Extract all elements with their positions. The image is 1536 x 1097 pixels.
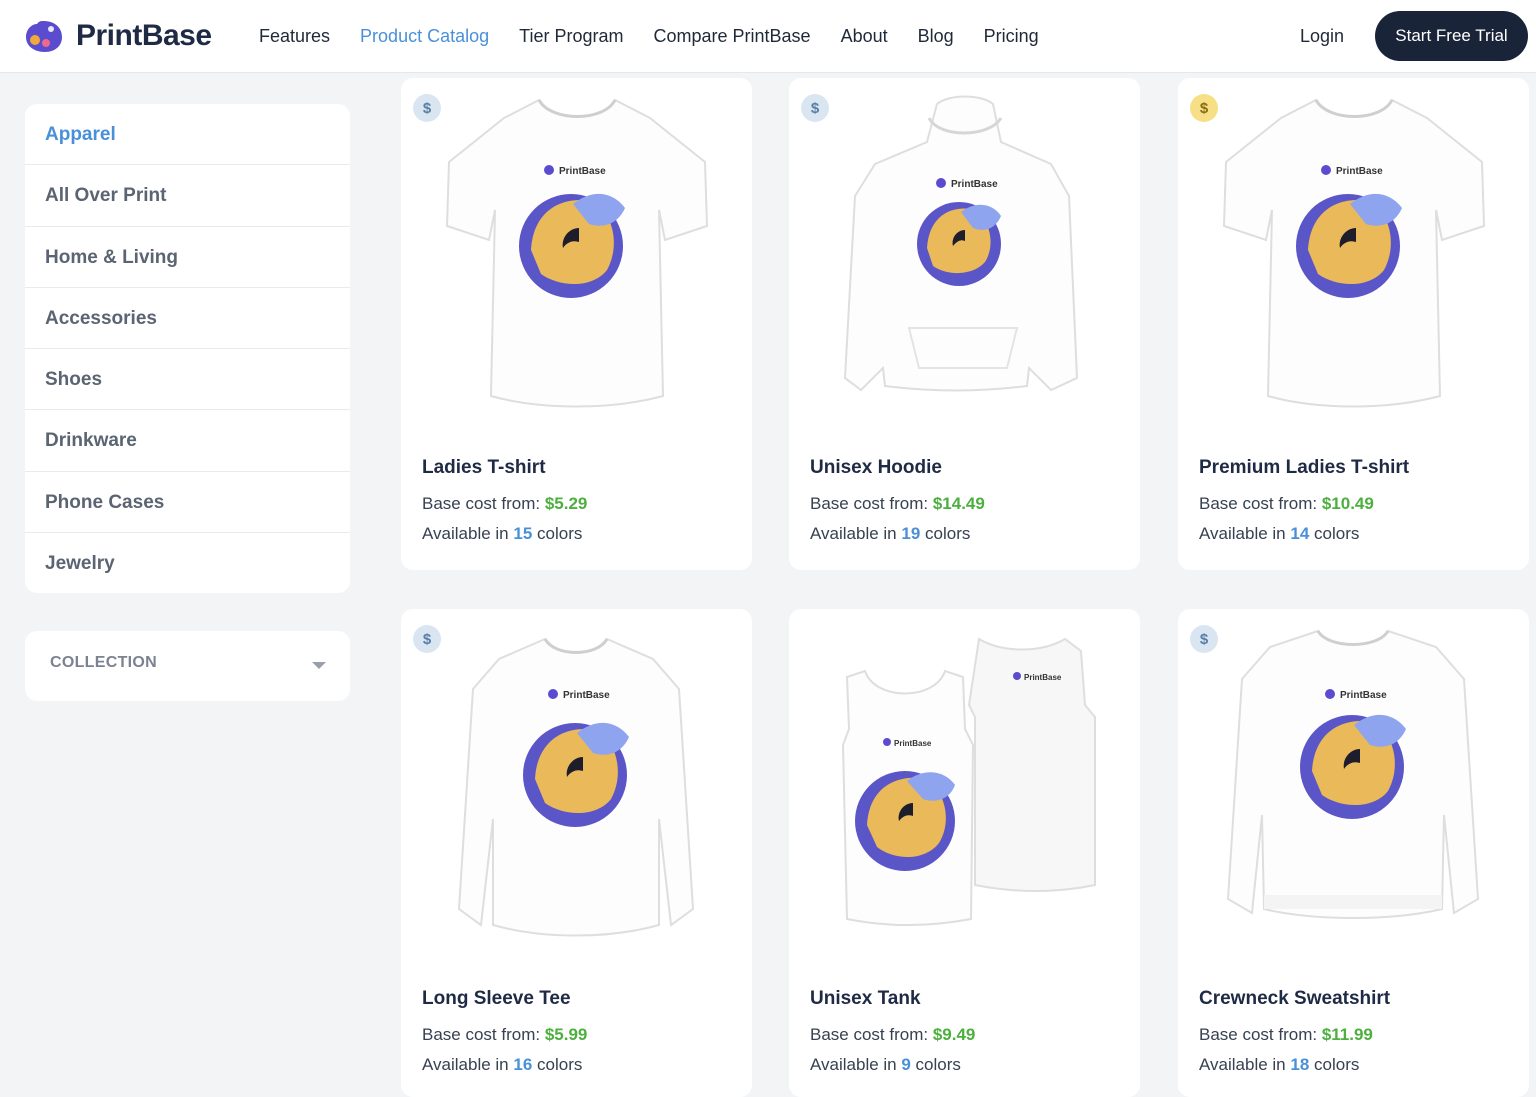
availability-line: Available in 9 colors	[810, 1055, 961, 1075]
cost-tier-badge: $	[1190, 625, 1218, 653]
base-cost-price: $14.49	[932, 494, 985, 513]
category-home-living[interactable]: Home & Living	[25, 227, 350, 288]
color-count: 9	[901, 1055, 911, 1074]
product-name[interactable]: Ladies T-shirt	[422, 457, 546, 479]
base-cost-line: Base cost from: $9.49	[810, 1025, 975, 1045]
color-count: 15	[513, 524, 533, 543]
product-card-ladies-tshirt[interactable]: PrintBase $ Ladies T-shirt Base cost fro…	[401, 78, 752, 570]
base-cost-label: Base cost from:	[1199, 1025, 1322, 1044]
category-accessories[interactable]: Accessories	[25, 288, 350, 350]
availability-suffix: colors	[920, 524, 971, 543]
color-count: 14	[1290, 524, 1310, 543]
garment-print-text: PrintBase	[1336, 166, 1383, 177]
base-cost-price: $10.49	[1321, 494, 1374, 513]
availability-line: Available in 15 colors	[422, 524, 582, 544]
cost-tier-badge: $	[413, 94, 441, 122]
availability-prefix: Available in	[1199, 524, 1291, 543]
start-free-trial-button[interactable]: Start Free Trial	[1375, 11, 1528, 61]
hoodie-icon: PrintBase	[843, 95, 1079, 392]
sweatshirt-icon: PrintBase	[1226, 629, 1480, 919]
base-cost-price: $5.99	[544, 1025, 588, 1044]
base-cost-line: Base cost from: $10.49	[1199, 494, 1374, 514]
base-cost-line: Base cost from: $5.99	[422, 1025, 587, 1045]
chevron-down-icon	[312, 662, 326, 669]
garment-print-text: PrintBase	[894, 739, 932, 748]
nav-features[interactable]: Features	[244, 24, 345, 48]
availability-prefix: Available in	[422, 524, 514, 543]
product-card-unisex-hoodie[interactable]: PrintBase $ Unisex Hoodie Base cost from…	[789, 78, 1140, 570]
top-navigation-bar: PrintBase Features Product Catalog Tier …	[0, 0, 1536, 73]
base-cost-price: $11.99	[1321, 1025, 1373, 1044]
base-cost-line: Base cost from: $5.29	[422, 494, 587, 514]
base-cost-label: Base cost from:	[422, 494, 545, 513]
collection-dropdown[interactable]: COLLECTION	[25, 631, 350, 701]
product-name[interactable]: Long Sleeve Tee	[422, 988, 571, 1010]
availability-suffix: colors	[1309, 1055, 1360, 1074]
availability-line: Available in 19 colors	[810, 524, 970, 544]
product-name[interactable]: Crewneck Sweatshirt	[1199, 988, 1390, 1010]
product-name[interactable]: Premium Ladies T-shirt	[1199, 457, 1409, 479]
tshirt-icon: PrintBase	[1222, 98, 1486, 408]
main-nav: Features Product Catalog Tier Program Co…	[244, 24, 1054, 48]
collection-label: COLLECTION	[50, 654, 157, 671]
availability-suffix: colors	[532, 524, 583, 543]
cost-tier-badge: $	[413, 625, 441, 653]
availability-prefix: Available in	[422, 1055, 514, 1074]
product-card-premium-ladies-tshirt[interactable]: PrintBase $ Premium Ladies T-shirt Base …	[1178, 78, 1529, 570]
nav-product-catalog[interactable]: Product Catalog	[345, 24, 504, 48]
product-card-unisex-tank[interactable]: PrintBase PrintBase Unisex Tank Base cos…	[789, 609, 1140, 1097]
category-phone-cases[interactable]: Phone Cases	[25, 472, 350, 534]
nav-pricing[interactable]: Pricing	[969, 24, 1054, 48]
color-count: 18	[1290, 1055, 1310, 1074]
category-shoes[interactable]: Shoes	[25, 349, 350, 411]
category-all-over-print[interactable]: All Over Print	[25, 165, 350, 227]
color-count: 16	[513, 1055, 533, 1074]
product-card-crewneck-sweatshirt[interactable]: PrintBase $ Crewneck Sweatshirt Base cos…	[1178, 609, 1529, 1097]
tshirt-icon: PrintBase	[445, 98, 709, 408]
availability-line: Available in 16 colors	[422, 1055, 582, 1075]
availability-prefix: Available in	[810, 524, 902, 543]
garment-print-text: PrintBase	[563, 690, 610, 701]
cost-tier-badge: $	[1190, 94, 1218, 122]
base-cost-line: Base cost from: $14.49	[810, 494, 985, 514]
base-cost-label: Base cost from:	[810, 1025, 933, 1044]
availability-suffix: colors	[532, 1055, 583, 1074]
printbase-logo[interactable]: PrintBase	[24, 18, 212, 54]
category-drinkware[interactable]: Drinkware	[25, 410, 350, 472]
color-count: 19	[901, 524, 921, 543]
base-cost-price: $9.49	[932, 1025, 976, 1044]
availability-prefix: Available in	[810, 1055, 902, 1074]
base-cost-label: Base cost from:	[1199, 494, 1322, 513]
longsleeve-icon: PrintBase	[457, 637, 695, 937]
cost-tier-badge: $	[801, 94, 829, 122]
login-link[interactable]: Login	[1300, 24, 1344, 48]
base-cost-label: Base cost from:	[810, 494, 933, 513]
category-apparel[interactable]: Apparel	[25, 104, 350, 166]
logo-mark-icon	[26, 21, 62, 52]
category-list: Apparel All Over Print Home & Living Acc…	[25, 104, 350, 593]
availability-suffix: colors	[1309, 524, 1360, 543]
availability-line: Available in 14 colors	[1199, 524, 1359, 544]
product-name[interactable]: Unisex Tank	[810, 988, 921, 1010]
nav-about[interactable]: About	[826, 24, 903, 48]
garment-print-text: PrintBase	[1024, 673, 1062, 682]
tank-icon: PrintBase PrintBase	[841, 637, 1096, 926]
logo-text: PrintBase	[76, 19, 212, 52]
base-cost-price: $5.29	[544, 494, 588, 513]
garment-print-text: PrintBase	[951, 179, 998, 190]
product-name[interactable]: Unisex Hoodie	[810, 457, 942, 479]
product-card-long-sleeve-tee[interactable]: PrintBase $ Long Sleeve Tee Base cost fr…	[401, 609, 752, 1097]
base-cost-line: Base cost from: $11.99	[1199, 1025, 1373, 1045]
availability-suffix: colors	[910, 1055, 961, 1074]
availability-line: Available in 18 colors	[1199, 1055, 1359, 1075]
nav-blog[interactable]: Blog	[903, 24, 969, 48]
category-jewelry[interactable]: Jewelry	[25, 533, 350, 593]
nav-tier-program[interactable]: Tier Program	[504, 24, 638, 48]
base-cost-label: Base cost from:	[422, 1025, 545, 1044]
garment-print-text: PrintBase	[1340, 690, 1387, 701]
availability-prefix: Available in	[1199, 1055, 1291, 1074]
nav-compare-printbase[interactable]: Compare PrintBase	[638, 24, 825, 48]
garment-print-text: PrintBase	[559, 166, 606, 177]
